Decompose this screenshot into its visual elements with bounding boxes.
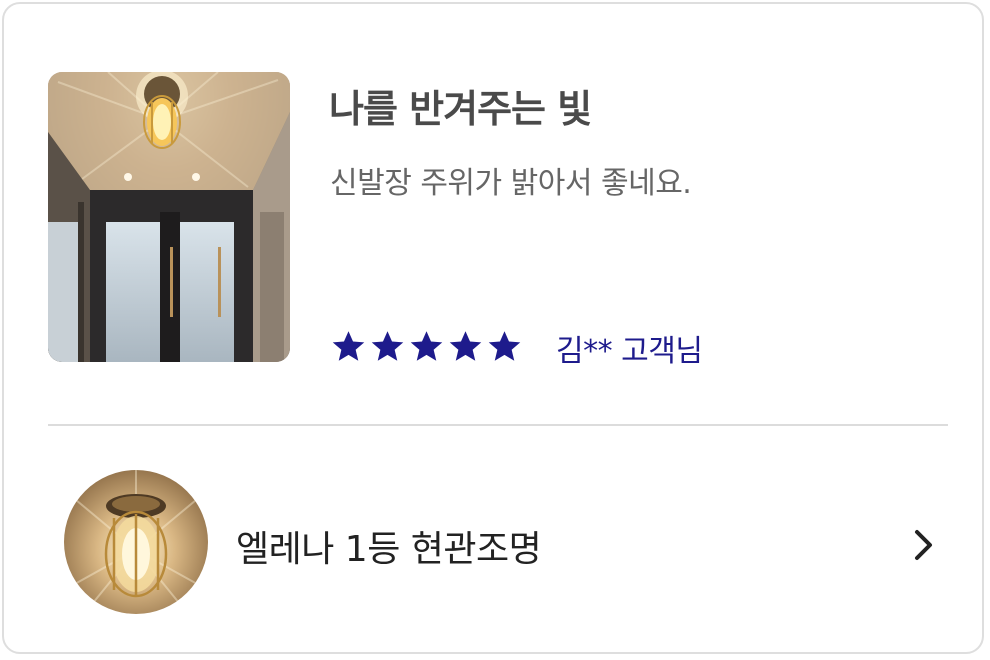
- star-rating: [331, 326, 522, 366]
- chevron-right-icon[interactable]: [910, 527, 938, 563]
- review-photo: [48, 72, 290, 362]
- star-icon: [371, 330, 404, 361]
- reviewer-name: 김** 고객님: [556, 334, 703, 369]
- star-icon: [410, 330, 443, 361]
- product-name: 엘레나 1등 현관조명: [236, 529, 542, 570]
- review-text: 신발장 주위가 밝아서 좋네요.: [330, 166, 692, 201]
- product-thumbnail: [64, 470, 208, 614]
- review-title: 나를 반겨주는 빛: [329, 87, 592, 131]
- star-icon: [449, 330, 482, 361]
- divider: [48, 424, 948, 426]
- star-icon: [332, 330, 365, 361]
- review-card: 나를 반겨주는 빛 신발장 주위가 밝아서 좋네요. 김** 고객님 엘레나 1…: [2, 2, 984, 654]
- star-icon: [488, 330, 521, 361]
- product-link[interactable]: 엘레나 1등 현관조명: [48, 454, 948, 634]
